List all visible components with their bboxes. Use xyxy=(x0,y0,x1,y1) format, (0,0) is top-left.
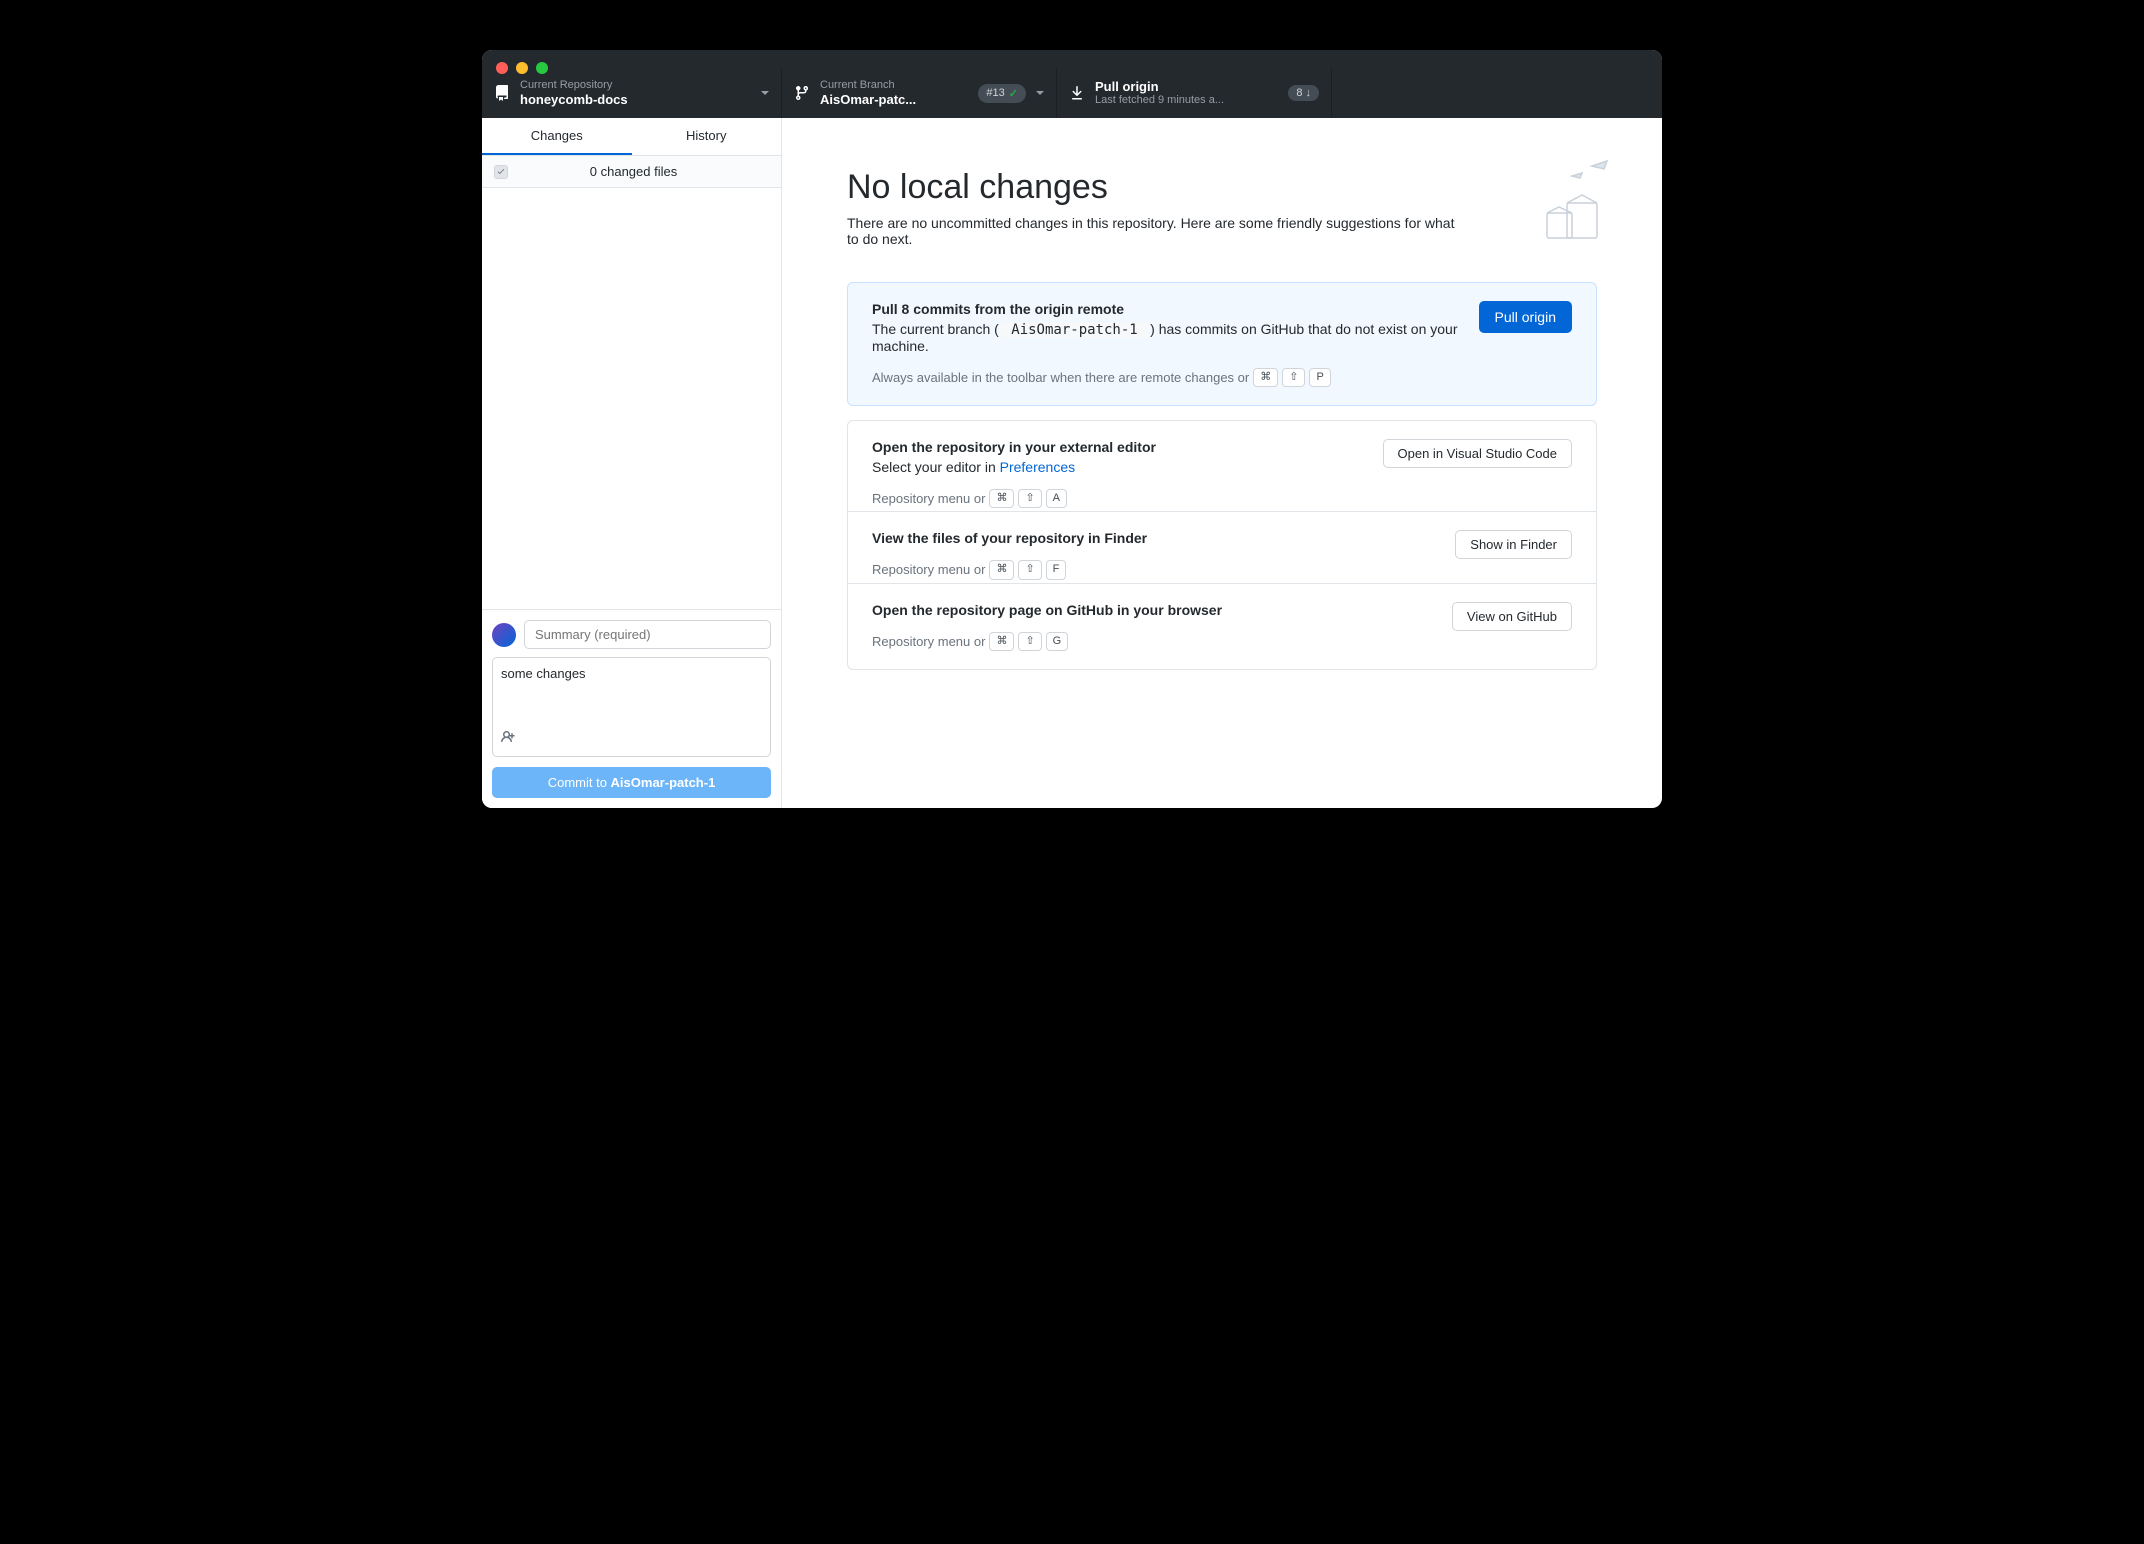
kbd-cmd: ⌘ xyxy=(989,489,1014,508)
card-github-hint: Repository menu or ⌘ ⇧ G xyxy=(872,632,1432,651)
repo-selector[interactable]: Current Repository honeycomb-docs xyxy=(482,68,782,118)
branch-name: AisOmar-patc... xyxy=(820,92,968,107)
illustration xyxy=(1517,158,1617,248)
commit-button[interactable]: Commit to AisOmar-patch-1 xyxy=(492,767,771,798)
card-pull-hint: Always available in the toolbar when the… xyxy=(872,368,1459,387)
pull-origin-toolbar-button[interactable]: Pull origin Last fetched 9 minutes a... … xyxy=(1057,68,1332,118)
pull-count: 8 xyxy=(1296,87,1302,99)
card-finder-hint: Repository menu or ⌘ ⇧ F xyxy=(872,560,1435,579)
card-editor-desc: Select your editor in Preferences xyxy=(872,459,1363,475)
main-content: No local changes There are no uncommitte… xyxy=(782,118,1662,808)
kbd-shift: ⇧ xyxy=(1018,560,1041,579)
card-github-title: Open the repository page on GitHub in yo… xyxy=(872,602,1432,618)
repo-icon xyxy=(494,85,510,101)
tab-history[interactable]: History xyxy=(632,118,782,155)
kbd-cmd: ⌘ xyxy=(989,632,1014,651)
changes-list xyxy=(482,188,781,609)
repo-name: honeycomb-docs xyxy=(520,92,628,107)
branch-label: Current Branch xyxy=(820,79,968,92)
toolbar: Current Repository honeycomb-docs Curren… xyxy=(482,68,1662,118)
select-all-checkbox[interactable] xyxy=(494,165,508,179)
card-finder-title: View the files of your repository in Fin… xyxy=(872,530,1435,546)
kbd-shift: ⇧ xyxy=(1282,368,1305,387)
kbd-g: G xyxy=(1046,632,1069,651)
pull-status: Last fetched 9 minutes a... xyxy=(1095,94,1278,107)
pull-count-badge: 8 ↓ xyxy=(1288,85,1319,101)
commit-form: some changes Commit to AisOmar-patch-1 xyxy=(482,609,781,808)
chevron-down-icon xyxy=(1036,91,1044,95)
pull-label: Pull origin xyxy=(1095,79,1278,94)
pr-number: #13 xyxy=(986,87,1004,99)
app-window: Current Repository honeycomb-docs Curren… xyxy=(482,50,1662,808)
preferences-link[interactable]: Preferences xyxy=(1000,459,1075,475)
changes-count: 0 changed files xyxy=(518,164,769,179)
sidebar-tabs: Changes History xyxy=(482,118,781,156)
pr-badge: #13 ✓ xyxy=(978,84,1026,103)
add-coauthor-icon[interactable] xyxy=(501,729,517,750)
card-editor-hint: Repository menu or ⌘ ⇧ A xyxy=(872,489,1363,508)
repo-label: Current Repository xyxy=(520,79,628,92)
kbd-cmd: ⌘ xyxy=(1253,368,1278,387)
card-pull-commits: Pull 8 commits from the origin remote Th… xyxy=(847,282,1597,406)
kbd-cmd: ⌘ xyxy=(989,560,1014,579)
view-github-button[interactable]: View on GitHub xyxy=(1452,602,1572,631)
sidebar: Changes History 0 changed files some cha… xyxy=(482,118,782,808)
card-view-github: Open the repository page on GitHub in yo… xyxy=(847,583,1597,670)
page-subtitle: There are no uncommitted changes in this… xyxy=(847,215,1467,247)
description-input[interactable]: some changes xyxy=(492,657,771,757)
page-title: No local changes xyxy=(847,168,1597,207)
git-branch-icon xyxy=(794,85,810,101)
summary-input[interactable] xyxy=(524,620,771,649)
kbd-p: P xyxy=(1309,368,1330,387)
arrow-down-icon: ↓ xyxy=(1306,87,1312,99)
avatar[interactable] xyxy=(492,623,516,647)
pull-origin-button[interactable]: Pull origin xyxy=(1479,301,1572,333)
show-finder-button[interactable]: Show in Finder xyxy=(1455,530,1572,559)
kbd-shift: ⇧ xyxy=(1018,632,1041,651)
chevron-down-icon xyxy=(761,91,769,95)
download-icon xyxy=(1069,85,1085,101)
check-icon: ✓ xyxy=(1009,87,1018,100)
card-editor-title: Open the repository in your external edi… xyxy=(872,439,1363,455)
card-pull-title: Pull 8 commits from the origin remote xyxy=(872,301,1459,317)
branch-selector[interactable]: Current Branch AisOmar-patc... #13 ✓ xyxy=(782,68,1057,118)
changes-header: 0 changed files xyxy=(482,156,781,188)
titlebar xyxy=(482,50,1662,68)
kbd-shift: ⇧ xyxy=(1018,489,1041,508)
kbd-a: A xyxy=(1046,489,1067,508)
description-text: some changes xyxy=(501,666,762,681)
open-editor-button[interactable]: Open in Visual Studio Code xyxy=(1383,439,1572,468)
tab-changes[interactable]: Changes xyxy=(482,118,632,155)
kbd-f: F xyxy=(1046,560,1067,579)
card-pull-desc: The current branch ( AisOmar-patch-1 ) h… xyxy=(872,321,1459,354)
commit-branch: AisOmar-patch-1 xyxy=(611,775,716,790)
commit-prefix: Commit to xyxy=(548,775,611,790)
